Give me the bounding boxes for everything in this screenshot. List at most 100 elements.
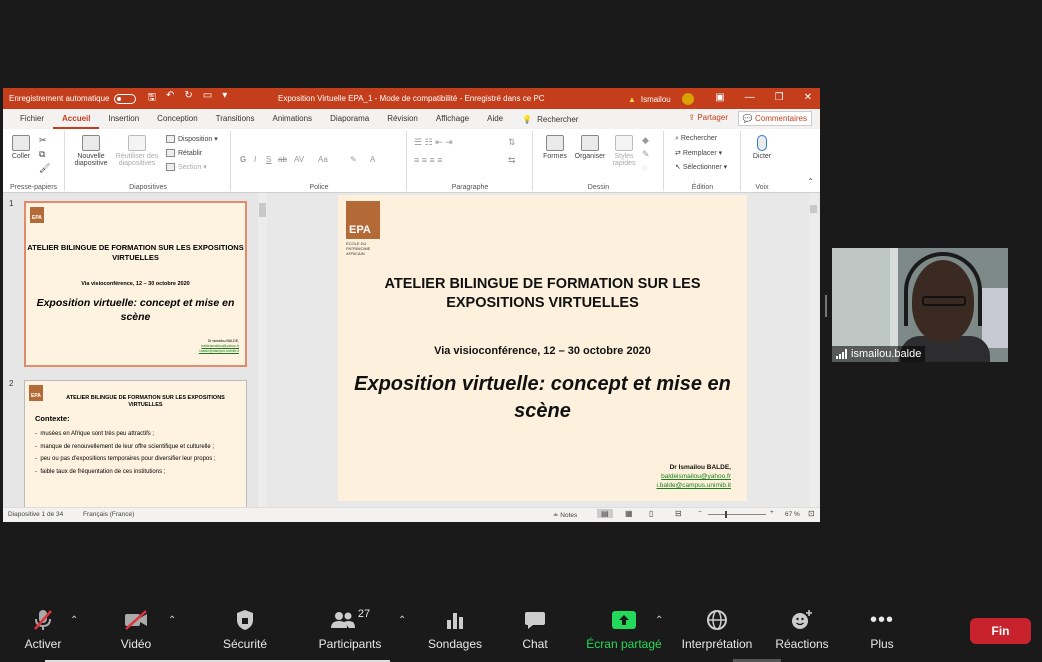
share-button[interactable]: ⇪ Partager — [688, 113, 728, 122]
more-button[interactable]: ••• Plus — [860, 605, 904, 652]
notes-button[interactable]: ≐ Notes — [553, 511, 577, 519]
slide-thumbnail-1[interactable]: EPA ATELIER BILINGUE DE FORMATION SUR LE… — [24, 201, 247, 367]
normal-view-icon[interactable]: ▤ — [597, 509, 613, 518]
reuse-slides-button[interactable]: Réutiliser des diapositives — [114, 135, 160, 167]
bold-button[interactable]: G — [240, 155, 246, 164]
select-button[interactable]: ↖ Sélectionner ▾ — [675, 163, 727, 171]
section-button[interactable]: Section ▾ — [166, 163, 207, 172]
participants-button[interactable]: 27 Participants — [314, 605, 386, 651]
security-button[interactable]: Sécurité — [218, 605, 272, 651]
replace-button[interactable]: ⇄ Remplacer ▾ — [675, 149, 722, 157]
new-slide-button[interactable]: Nouvelle diapositive — [72, 135, 110, 167]
zoom-level[interactable]: 67 % — [785, 511, 800, 518]
ribbon-search[interactable]: 💡 Rechercher — [522, 115, 578, 124]
strike-button[interactable]: ab — [278, 155, 287, 164]
tab-affichage[interactable]: Affichage — [427, 109, 478, 129]
tab-insertion[interactable]: Insertion — [99, 109, 148, 129]
tab-transitions[interactable]: Transitions — [207, 109, 264, 129]
language-indicator[interactable]: Français (France) — [83, 511, 134, 518]
tab-revision[interactable]: Révision — [378, 109, 427, 129]
bullets-icon[interactable]: ☰ ☷ ⇤ ⇥ — [414, 137, 453, 148]
slide-scrollbar[interactable] — [809, 193, 818, 507]
ribbon-display-icon[interactable]: ▣ — [715, 92, 724, 103]
reset-button[interactable]: Rétablir — [166, 149, 202, 157]
tab-conception[interactable]: Conception — [148, 109, 206, 129]
fit-to-window-icon[interactable]: ⊡ — [808, 509, 815, 518]
thumbnail-1-author-block: Dr Ismailou BALDE, baldeismailou@yahoo.f… — [199, 339, 239, 354]
italic-button[interactable]: I — [254, 155, 256, 164]
tab-diaporama[interactable]: Diaporama — [321, 109, 378, 129]
audio-options-caret[interactable]: ⌃ — [70, 615, 78, 626]
shape-effects-icon[interactable]: ◌ — [642, 163, 647, 173]
paste-button[interactable]: Coller — [9, 135, 33, 160]
account-avatar[interactable] — [681, 93, 694, 105]
group-voice-label: Voix — [755, 184, 769, 191]
unmute-button[interactable]: Activer — [18, 605, 68, 651]
thumbnail-scrollbar[interactable] — [258, 193, 267, 507]
panel-resize-handle[interactable] — [825, 295, 827, 317]
close-icon[interactable]: ✕ — [804, 92, 812, 103]
undo-icon[interactable]: ↶ — [166, 90, 174, 107]
account-area[interactable]: ▲ Ismailou — [628, 93, 694, 105]
comments-button[interactable]: 💬 Commentaires — [737, 111, 812, 126]
interpretation-button[interactable]: Interprétation — [678, 605, 756, 651]
zoom-slider[interactable] — [708, 514, 766, 515]
slide-sorter-icon[interactable]: ▦ — [625, 509, 633, 518]
redo-icon[interactable]: ↻ — [184, 90, 192, 107]
slideshow-view-icon[interactable]: ⊟ — [675, 509, 682, 518]
tab-animations[interactable]: Animations — [263, 109, 321, 129]
layout-button[interactable]: Disposition ▾ — [166, 135, 218, 144]
case-button[interactable]: Aa — [318, 155, 328, 164]
slide-email-1[interactable]: baldeismailou@yahoo.fr — [656, 472, 731, 481]
shape-outline-icon[interactable]: ✎ — [642, 149, 650, 160]
tab-accueil[interactable]: Accueil — [53, 109, 100, 129]
reactions-button[interactable]: Réactions — [772, 605, 832, 651]
copy-icon[interactable]: ⧉ — [39, 149, 45, 160]
align-icons[interactable]: ≡ ≡ ≡ ≡ — [414, 155, 443, 165]
shape-fill-icon[interactable]: ◆ — [642, 135, 649, 146]
customize-qat-icon[interactable]: ▾ — [222, 90, 227, 107]
font-color-icon[interactable]: A — [370, 155, 375, 164]
spacing-button[interactable]: AV — [294, 155, 304, 164]
slide-thumbnail-2[interactable]: EPA ATELIER BILINGUE DE FORMATION SUR LE… — [24, 380, 247, 510]
polls-button[interactable]: Sondages — [425, 605, 485, 651]
highlight-icon[interactable]: ✎ — [350, 155, 357, 164]
reading-view-icon[interactable]: ▯ — [649, 509, 653, 518]
slide-scrollbar-thumb[interactable] — [810, 205, 817, 213]
thumbnail-scrollbar-thumb[interactable] — [259, 203, 266, 217]
powerpoint-window: Enregistrement automatique 🖫 ↶ ↻ ▭ ▾ Exp… — [3, 88, 820, 522]
tab-fichier[interactable]: Fichier — [11, 109, 53, 129]
slide-email-2[interactable]: i.balde@campus.unimib.it — [656, 481, 731, 490]
underline-button[interactable]: S — [266, 155, 271, 164]
format-painter-icon[interactable]: 🖌 — [39, 163, 50, 174]
autosave-toggle[interactable] — [113, 93, 136, 104]
minimize-icon[interactable]: — — [745, 92, 755, 103]
share-screen-button[interactable]: Écran partagé — [584, 605, 664, 651]
maximize-icon[interactable]: ❐ — [775, 92, 784, 103]
save-icon[interactable]: 🖫 — [148, 90, 157, 107]
columns-icon[interactable]: ⇅ — [508, 137, 516, 148]
collapse-ribbon-icon[interactable]: ⌃ — [807, 177, 814, 186]
text-direction-icon[interactable]: ⇆ — [508, 155, 516, 166]
start-video-button[interactable]: Vidéo — [112, 605, 160, 651]
slideshow-icon[interactable]: ▭ — [203, 90, 212, 107]
participant-video-tile[interactable]: ismailou.balde — [832, 248, 1008, 362]
zoom-slider-thumb[interactable] — [725, 511, 727, 518]
zoom-out-icon[interactable]: − — [698, 509, 702, 516]
autosave-toggle-group[interactable]: Enregistrement automatique — [9, 93, 136, 104]
video-options-caret[interactable]: ⌃ — [168, 615, 176, 626]
reactions-label: Réactions — [775, 637, 829, 651]
end-meeting-button[interactable]: Fin — [970, 618, 1031, 644]
zoom-in-icon[interactable]: + — [770, 509, 774, 516]
main-slide[interactable]: EPA ÉCOLE DU PATRIMOINE AFRICAIN ATELIER… — [338, 195, 747, 501]
chat-button[interactable]: Chat — [513, 605, 557, 651]
arrange-button[interactable]: Organiser — [572, 135, 608, 160]
shapes-button[interactable]: Formes — [540, 135, 570, 160]
share-options-caret[interactable]: ⌃ — [655, 615, 663, 626]
quick-styles-button[interactable]: Styles rapides — [610, 135, 638, 167]
tab-aide[interactable]: Aide — [478, 109, 512, 129]
participants-options-caret[interactable]: ⌃ — [398, 615, 406, 626]
dictate-button[interactable]: Dicter — [748, 135, 776, 160]
cut-icon[interactable]: ✂ — [39, 135, 47, 146]
find-button[interactable]: ⌕ Rechercher — [675, 135, 717, 143]
